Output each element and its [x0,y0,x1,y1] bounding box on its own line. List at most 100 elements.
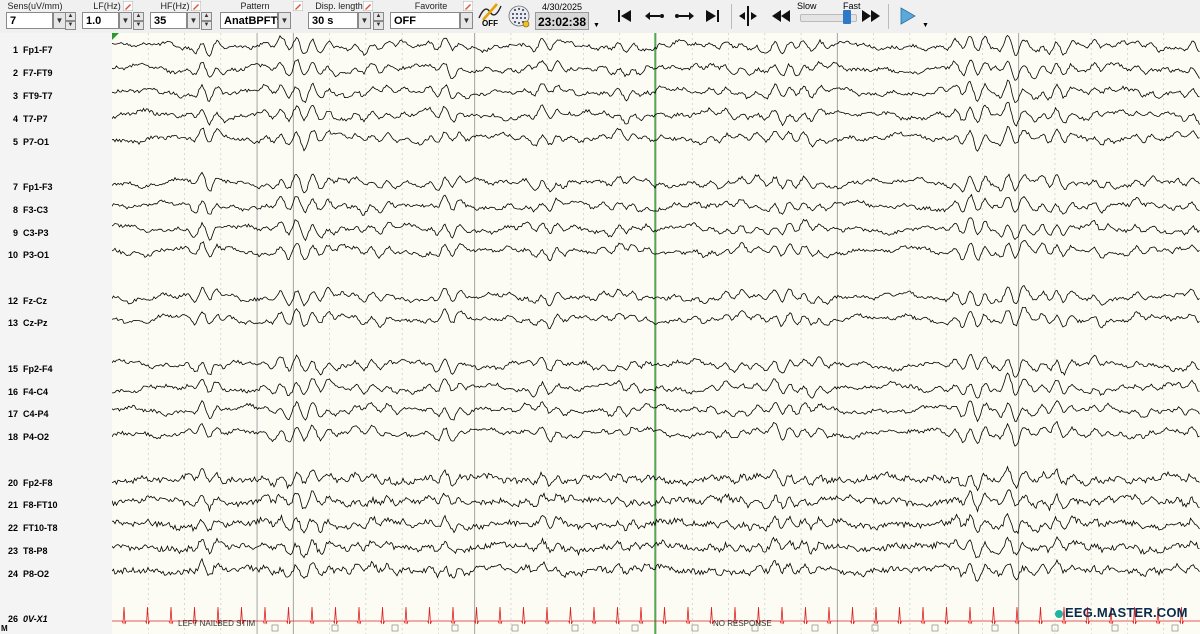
hf-up-icon[interactable]: ▲ [201,12,212,21]
event-marker[interactable] [571,624,579,632]
disp-length-dropdown-icon[interactable]: ▼ [358,12,371,29]
eeg-trace-area[interactable] [112,33,1200,634]
lf-select[interactable]: 1.0 [82,12,119,29]
channel-label[interactable]: 10 P3-O1 [0,249,112,261]
channel-name: C4-P4 [23,409,49,419]
channel-label[interactable]: 16 F4-C4 [0,386,112,398]
lf-up-icon[interactable]: ▲ [133,12,144,21]
event-marker[interactable] [331,624,339,632]
disp-length-label: Disp. length [315,1,363,11]
toolbar-divider-2 [888,4,889,29]
channel-label[interactable]: 8 F3-C3 [0,204,112,216]
page-corner-marker [112,33,119,40]
event-marker[interactable] [691,624,699,632]
marker-row-label: M [1,624,8,633]
channel-label[interactable]: 1 Fp1-F7 [0,44,112,56]
event-marker[interactable] [1111,624,1119,632]
channel-label[interactable]: 12 Fz-Cz [0,295,112,307]
channel-label[interactable]: 7 Fp1-F3 [0,181,112,193]
pattern-pencil-icon[interactable] [293,1,303,11]
channel-number: 3 [12,91,18,101]
channel-number: 10 [7,250,18,260]
time-dropdown-icon[interactable]: ▼ [593,22,600,29]
watermark-logo: EEG.MASTER.COM [1055,605,1188,620]
event-marker[interactable] [871,624,879,632]
recording-time[interactable]: 23:02:38 [535,12,589,30]
montage-grid-icon[interactable] [507,3,531,29]
step-back-icon[interactable] [641,3,669,29]
disp-length-pencil-icon[interactable] [363,1,373,11]
disp-length-down-icon[interactable]: ▼ [373,21,384,30]
channel-name: F3-C3 [23,205,49,215]
hf-pencil-icon[interactable] [191,1,201,11]
channel-label[interactable]: 23 T8-P8 [0,545,112,557]
channel-label[interactable]: 15 Fp2-F4 [0,363,112,375]
channel-label[interactable]: 9 C3-P3 [0,227,112,239]
fast-forward-icon[interactable] [858,3,886,29]
channel-name: T7-P7 [23,114,48,124]
channel-label[interactable]: 3 FT9-T7 [0,90,112,102]
lf-down-icon[interactable]: ▼ [133,21,144,30]
event-marker[interactable] [931,624,939,632]
channel-name: Cz-Pz [23,318,48,328]
speed-slider-knob[interactable] [843,10,851,24]
channel-name: F4-C4 [23,387,49,397]
channel-label[interactable]: 22 FT10-T8 [0,522,112,534]
eeg-waveforms [112,33,1200,634]
hf-down-icon[interactable]: ▼ [201,21,212,30]
annotation-stim[interactable]: LEFT NAILBED STIM [178,619,255,628]
disp-length-up-icon[interactable]: ▲ [373,12,384,21]
skip-to-start-icon[interactable] [610,3,638,29]
event-marker[interactable] [811,624,819,632]
channel-label[interactable]: 4 T7-P7 [0,113,112,125]
skip-to-end-icon[interactable] [699,3,727,29]
event-marker[interactable] [511,624,519,632]
sensitivity-select[interactable]: 7 [6,12,53,29]
channel-label[interactable]: 21 F8-FT10 [0,499,112,511]
step-forward-icon[interactable] [670,3,698,29]
channel-label[interactable]: 17 C4-P4 [0,408,112,420]
channel-label[interactable]: 18 P4-O2 [0,431,112,443]
channel-number: 24 [7,569,18,579]
channel-label[interactable]: 5 P7-O1 [0,136,112,148]
channel-label[interactable]: 24 P8-O2 [0,568,112,580]
channel-label[interactable]: 13 Cz-Pz [0,317,112,329]
hf-select[interactable]: 35 [150,12,187,29]
lf-pencil-icon[interactable] [123,1,133,11]
channel-number: 18 [7,432,18,442]
lf-dropdown-icon[interactable]: ▼ [119,12,132,29]
favorite-pencil-icon[interactable] [463,1,473,11]
event-marker[interactable] [1171,624,1179,632]
channel-label[interactable]: 26 0V-X1 [0,613,112,625]
channel-name: Fp2-F4 [23,364,53,374]
sensitivity-up-icon[interactable]: ▲ [65,12,76,21]
event-marker[interactable] [271,624,279,632]
annotation-response[interactable]: NO RESPONSE [713,619,772,628]
pattern-select[interactable]: AnatBPFT9 [220,12,283,29]
disp-length-select[interactable]: 30 s [308,12,358,29]
channel-name: Fp1-F3 [23,182,53,192]
channel-label[interactable]: 2 F7-FT9 [0,67,112,79]
channel-label-panel: 1 Fp1-F7 2 F7-FT9 3 FT9-T7 4 T7-P7 5 P7-O1 7 Fp1-F3… [0,33,113,634]
channel-name: Fp1-F7 [23,45,53,55]
rewind-icon[interactable] [768,3,796,29]
pattern-dropdown-icon[interactable]: ▼ [278,12,291,29]
channel-number: 23 [7,546,18,556]
play-dropdown-icon[interactable]: ▼ [922,22,929,29]
notch-off-label: OFF [482,19,498,28]
event-marker[interactable] [451,624,459,632]
channel-number: 1 [12,45,18,55]
favorite-select[interactable]: OFF [390,12,460,29]
favorite-dropdown-icon[interactable]: ▼ [460,12,473,29]
channel-number: 21 [7,500,18,510]
event-marker[interactable] [991,624,999,632]
time-marker-icon[interactable] [734,3,762,29]
event-marker[interactable] [391,624,399,632]
watermark-text: EEG.MASTER.COM [1065,605,1188,620]
hf-dropdown-icon[interactable]: ▼ [187,12,200,29]
event-marker[interactable] [631,624,639,632]
notch-filter-icon[interactable]: OFF [477,2,503,30]
channel-label[interactable]: 20 Fp2-F8 [0,477,112,489]
play-icon[interactable] [893,3,921,29]
sensitivity-down-icon[interactable]: ▼ [65,21,76,30]
